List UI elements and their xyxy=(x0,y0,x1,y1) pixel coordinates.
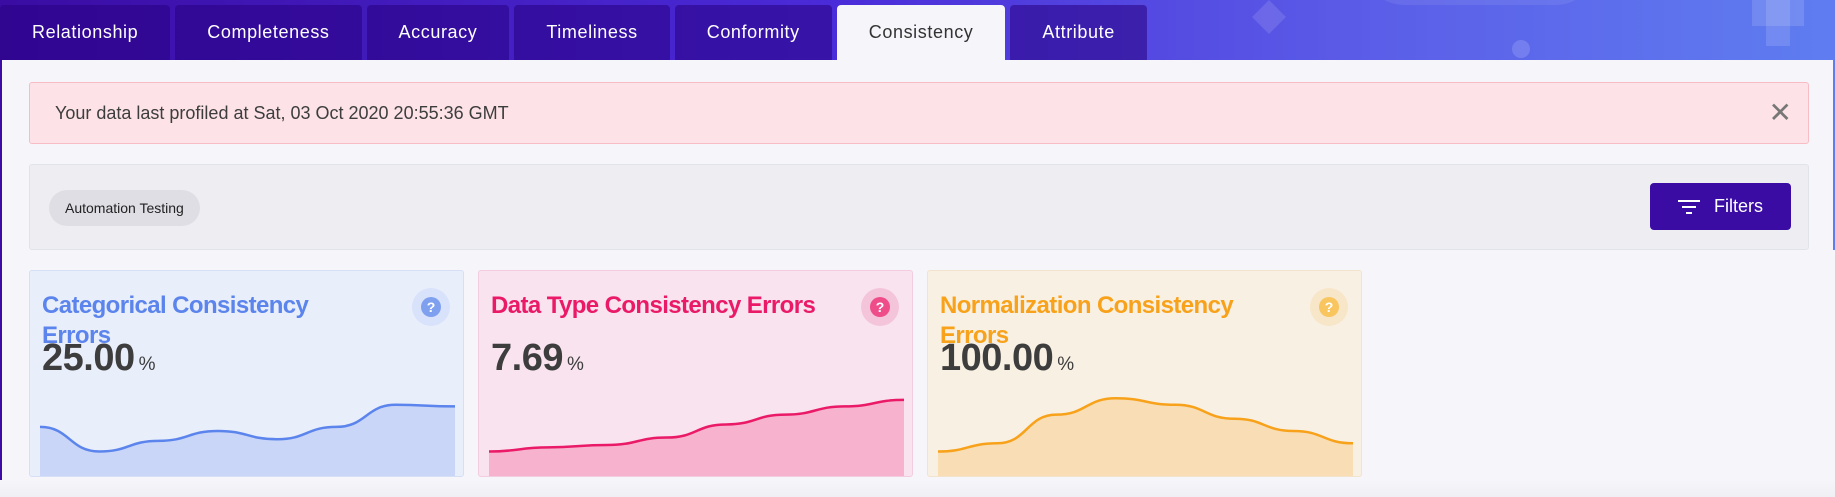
trend-sparkline xyxy=(937,396,1354,476)
tab-consistency[interactable]: Consistency xyxy=(836,5,1006,60)
alert-message: Your data last profiled at Sat, 03 Oct 2… xyxy=(55,102,509,123)
card-title: Data Type Consistency Errors xyxy=(491,292,816,319)
close-icon[interactable]: ✕ xyxy=(1769,99,1792,127)
decorative-shape xyxy=(1752,0,1804,26)
filter-chip[interactable]: Automation Testing xyxy=(49,190,200,226)
trend-sparkline xyxy=(488,398,905,476)
sparkline-area xyxy=(489,399,904,476)
filter-icon xyxy=(1678,199,1700,215)
metric-value: 100.00 % xyxy=(940,337,1074,380)
metric-cards: Categorical Consistency Errors ? 25.00 %… xyxy=(29,270,1362,477)
sparkline-area xyxy=(40,404,455,476)
tab-label: Attribute xyxy=(1042,22,1115,42)
metric-value: 25.00 % xyxy=(42,337,156,380)
profile-alert: Your data last profiled at Sat, 03 Oct 2… xyxy=(29,82,1809,144)
help-icon[interactable]: ? xyxy=(412,288,450,326)
tab-label: Relationship xyxy=(32,22,139,42)
tab-label: Timeliness xyxy=(546,22,638,42)
bottom-shadow xyxy=(0,480,1835,497)
help-icon[interactable]: ? xyxy=(1310,288,1348,326)
metric-unit: % xyxy=(138,354,156,375)
tab-accuracy[interactable]: Accuracy xyxy=(366,5,510,60)
tab-bar: Relationship Completeness Accuracy Timel… xyxy=(0,5,1147,60)
decorative-shape xyxy=(1252,0,1286,34)
tab-conformity[interactable]: Conformity xyxy=(674,5,832,60)
metric-card-categorical: Categorical Consistency Errors ? 25.00 % xyxy=(29,270,464,477)
chip-label: Automation Testing xyxy=(65,200,184,216)
main-content: Your data last profiled at Sat, 03 Oct 2… xyxy=(0,60,1835,497)
filter-bar: Automation Testing Filters xyxy=(29,164,1809,250)
sparkline-area xyxy=(938,398,1353,476)
help-icon[interactable]: ? xyxy=(861,288,899,326)
metric-card-data-type: Data Type Consistency Errors ? 7.69 % xyxy=(478,270,913,477)
tab-relationship[interactable]: Relationship xyxy=(0,5,171,60)
metric-card-normalization: Normalization Consistency Errors ? 100.0… xyxy=(927,270,1362,477)
decorative-shape xyxy=(1512,40,1530,58)
metric-unit: % xyxy=(1057,354,1075,375)
tab-timeliness[interactable]: Timeliness xyxy=(514,5,670,60)
tab-label: Consistency xyxy=(868,22,974,42)
decorative-shape xyxy=(1360,0,1600,5)
tab-label: Completeness xyxy=(207,22,330,42)
filters-button[interactable]: Filters xyxy=(1650,183,1791,230)
tab-completeness[interactable]: Completeness xyxy=(175,5,362,60)
trend-sparkline xyxy=(39,403,456,476)
metric-value: 7.69 % xyxy=(491,337,584,380)
filters-label: Filters xyxy=(1714,196,1763,216)
tab-label: Conformity xyxy=(706,22,800,42)
metric-number: 100.00 xyxy=(940,337,1054,379)
metric-unit: % xyxy=(566,354,584,375)
metric-number: 7.69 xyxy=(491,337,563,379)
tab-label: Accuracy xyxy=(398,22,478,42)
tab-attribute[interactable]: Attribute xyxy=(1010,5,1147,60)
metric-number: 25.00 xyxy=(42,337,135,379)
